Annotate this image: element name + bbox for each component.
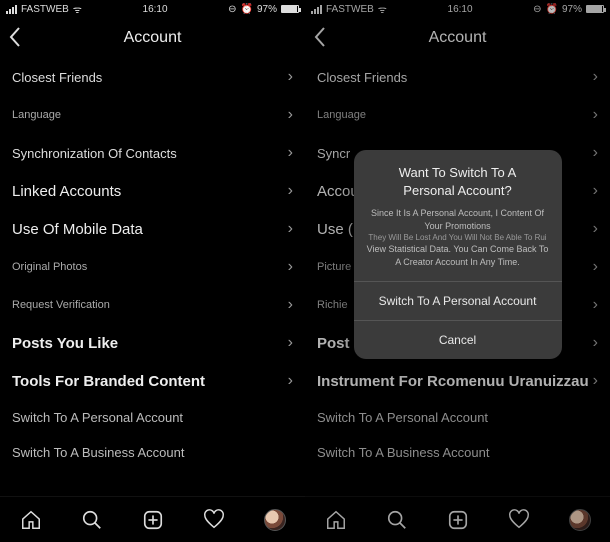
row-label: Request Verification [12, 299, 110, 311]
chevron-right-icon: › [288, 68, 293, 86]
add-post-icon[interactable] [140, 507, 166, 533]
row-label: Closest Friends [12, 70, 102, 85]
profile-tab[interactable] [262, 507, 288, 533]
modal-subtitle: Since It Is A Personal Account, I Conten… [354, 207, 562, 281]
row-sync-contacts[interactable]: Synchronization Of Contacts › [0, 134, 305, 172]
tab-bar [0, 496, 305, 542]
chevron-right-icon: › [288, 258, 293, 276]
chevron-right-icon: › [288, 372, 293, 390]
wifi-icon: ᯤ [73, 2, 82, 16]
switch-account-modal: Want To Switch To A Personal Account? Si… [354, 150, 562, 359]
row-label: Original Photos [12, 261, 87, 273]
avatar [264, 509, 286, 531]
modal-cancel-button[interactable]: Cancel [354, 320, 562, 359]
modal-title: Want To Switch To A Personal Account? [354, 150, 562, 207]
phone-right: FASTWEB ᯤ 16:10 ⊖ ⏰ 97% Account Closest … [305, 0, 610, 542]
page-title: Account [0, 29, 305, 47]
row-linked-accounts[interactable]: Linked Accounts › [0, 172, 305, 210]
modal-title-line2: Personal Account? [364, 182, 552, 200]
row-branded-content[interactable]: Tools For Branded Content › [0, 362, 305, 400]
row-label: Language [12, 109, 61, 121]
row-original-photos[interactable]: Original Photos › [0, 248, 305, 286]
back-button[interactable] [8, 26, 22, 48]
battery-label: 97% [257, 4, 277, 15]
row-mobile-data[interactable]: Use Of Mobile Data › [0, 210, 305, 248]
row-posts-you-like[interactable]: Posts You Like › [0, 324, 305, 362]
row-closest-friends[interactable]: Closest Friends › [0, 58, 305, 96]
alarm-icon: ⏰ [241, 4, 253, 15]
chevron-right-icon: › [288, 106, 293, 124]
row-request-verification[interactable]: Request Verification › [0, 286, 305, 324]
row-label: Synchronization Of Contacts [12, 146, 177, 161]
settings-list: Closest Friends › Language › Synchronizati… [0, 58, 305, 496]
modal-sub-line: They Will Be Lost And You Will Not Be Ab… [364, 232, 552, 243]
row-label: Use Of Mobile Data [12, 221, 143, 238]
modal-confirm-button[interactable]: Switch To A Personal Account [354, 281, 562, 320]
modal-sub-line: Since It Is A Personal Account, I Conten… [364, 207, 552, 232]
link-switch-business[interactable]: Switch To A Business Account [0, 435, 305, 470]
row-label: Tools For Branded Content [12, 373, 205, 390]
row-language[interactable]: Language › [0, 96, 305, 134]
chevron-right-icon: › [288, 182, 293, 200]
phone-left: FASTWEB ᯤ 16:10 ⊖ ⏰ 97% Account Closest … [0, 0, 305, 542]
modal-title-line1: Want To Switch To A [364, 164, 552, 182]
home-icon[interactable] [18, 507, 44, 533]
rotation-lock-icon: ⊖ [228, 4, 236, 15]
link-switch-personal[interactable]: Switch To A Personal Account [0, 400, 305, 435]
chevron-right-icon: › [288, 220, 293, 238]
signal-icon [6, 5, 17, 14]
search-icon[interactable] [79, 507, 105, 533]
chevron-right-icon: › [288, 296, 293, 314]
header: Account [0, 18, 305, 58]
status-bar: FASTWEB ᯤ 16:10 ⊖ ⏰ 97% [0, 0, 305, 18]
row-label: Linked Accounts [12, 183, 121, 200]
modal-sub-line: View Statistical Data. You Can Come Back… [364, 243, 552, 268]
time-label: 16:10 [143, 4, 168, 15]
heart-icon[interactable] [201, 507, 227, 533]
battery-icon [281, 5, 299, 13]
chevron-right-icon: › [288, 144, 293, 162]
chevron-right-icon: › [288, 334, 293, 352]
carrier-label: FASTWEB [21, 4, 69, 15]
row-label: Posts You Like [12, 335, 118, 352]
